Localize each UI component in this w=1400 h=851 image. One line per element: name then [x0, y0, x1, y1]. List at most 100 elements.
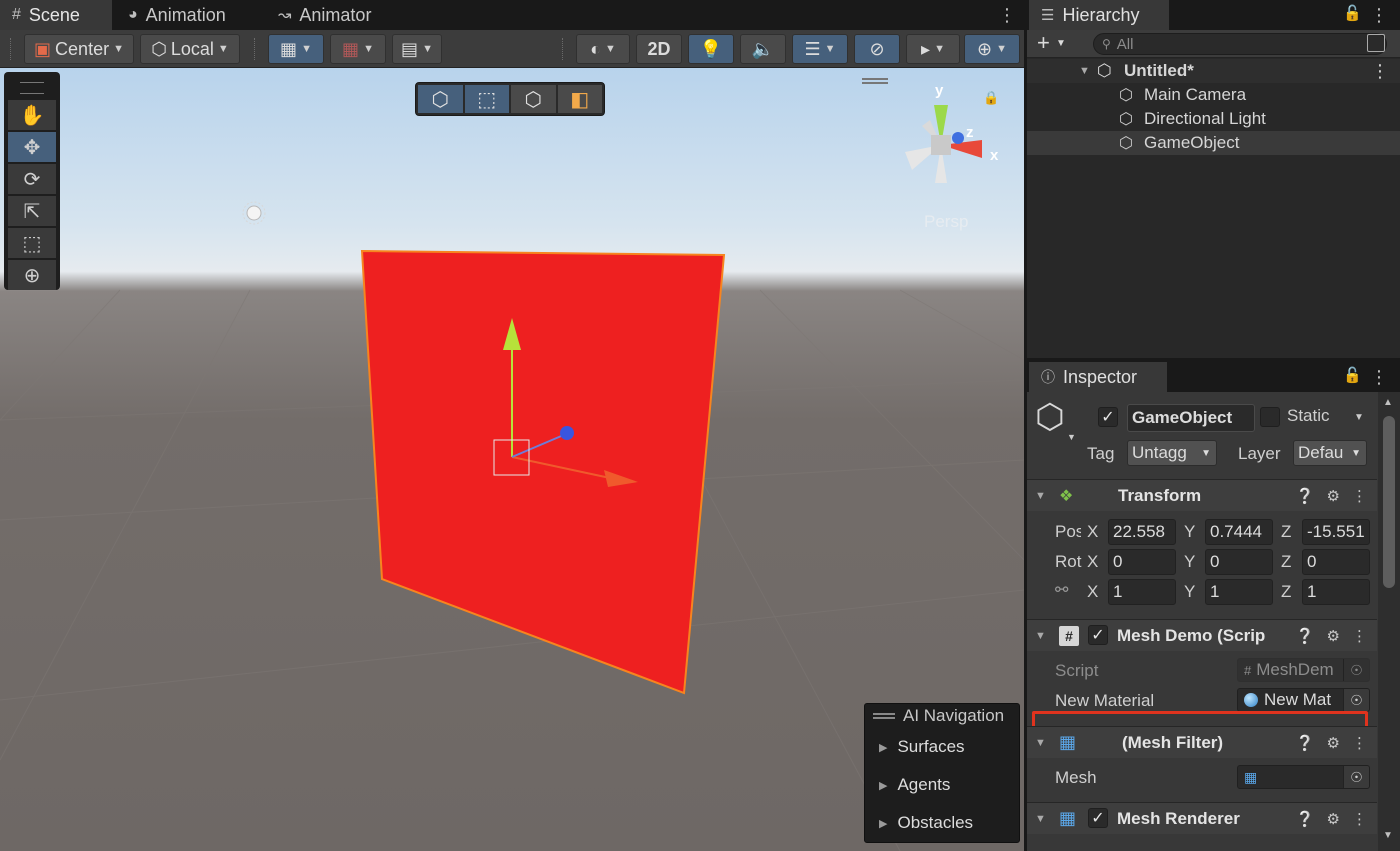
lock-icon[interactable]: 🔒: [983, 90, 999, 106]
ai-nav-item-obstacles[interactable]: ▶ Obstacles: [865, 804, 1019, 842]
pivot-rotation-dropdown[interactable]: ⬡ Local ▼: [140, 34, 240, 64]
tab-hierarchy[interactable]: ☰ Hierarchy: [1029, 0, 1169, 30]
hierarchy-item-directional-light[interactable]: ⬡ Directional Light: [1027, 107, 1400, 131]
gizmo-overlay-grip[interactable]: [862, 78, 888, 84]
view-wire-cube-button[interactable]: ⬡: [511, 85, 556, 113]
tag-dropdown[interactable]: Untagg ▼: [1127, 440, 1217, 466]
scale-z-field[interactable]: 1: [1302, 579, 1370, 605]
gizmos-dropdown[interactable]: ⊕ ▼: [964, 34, 1020, 64]
effects-dropdown[interactable]: ☰ ▼: [792, 34, 848, 64]
transform-tool-button[interactable]: ⊕: [8, 260, 56, 290]
hierarchy-item-main-camera[interactable]: ⬡ Main Camera: [1027, 83, 1400, 107]
tab-animation[interactable]: ◕ Animation: [116, 0, 266, 30]
scroll-down-arrow-icon[interactable]: ▼: [1383, 830, 1393, 841]
help-icon[interactable]: ❔: [1296, 487, 1315, 505]
inspector-more-menu-icon[interactable]: ⋮: [1370, 366, 1388, 388]
lighting-toggle[interactable]: 💡: [688, 34, 734, 64]
rotation-x-field[interactable]: 0: [1108, 549, 1176, 575]
hierarchy-more-menu-icon[interactable]: ⋮: [1370, 4, 1388, 26]
object-picker-icon[interactable]: ☉: [1343, 766, 1369, 788]
static-dropdown-chevron-icon[interactable]: ▼: [1354, 412, 1364, 423]
lock-icon[interactable]: 🔓: [1343, 366, 1362, 384]
component-more-icon[interactable]: ⋮: [1352, 487, 1367, 505]
rect-tool-button[interactable]: ⬚: [8, 228, 56, 258]
chevron-down-icon[interactable]: ▼: [1067, 432, 1076, 442]
lock-icon[interactable]: 🔓: [1343, 4, 1362, 22]
hierarchy-search-input[interactable]: ⚲ All: [1093, 33, 1387, 55]
hierarchy-item-gameobject[interactable]: ⬡ GameObject: [1027, 131, 1400, 155]
mesh-filter-header[interactable]: ▼ ▦ (Mesh Filter) ❔ ⚙ ⋮: [1027, 726, 1377, 758]
scene-visibility-toggle[interactable]: ⊘: [854, 34, 900, 64]
view-cube-button[interactable]: ⬡: [418, 85, 463, 113]
tab-animator[interactable]: ↝ Animator: [266, 0, 396, 30]
position-y-field[interactable]: 0.7444: [1205, 519, 1273, 545]
scrollbar-thumb[interactable]: [1383, 416, 1395, 588]
tab-scene[interactable]: # Scene: [0, 0, 112, 30]
scene-more-icon[interactable]: ⋮: [1371, 61, 1389, 82]
mode-2d-toggle[interactable]: 2D: [636, 34, 682, 64]
constrain-proportions-link-icon[interactable]: ⚯: [1055, 580, 1068, 600]
scale-tool-button[interactable]: ⇱: [8, 196, 56, 226]
help-icon[interactable]: ❔: [1296, 810, 1315, 828]
move-tool-button[interactable]: ✥: [8, 132, 56, 162]
presets-sliders-icon[interactable]: ⚙: [1327, 487, 1340, 505]
mesh-renderer-header[interactable]: ▼ ▦ ✓ Mesh Renderer ❔ ⚙ ⋮: [1027, 802, 1377, 834]
rotate-tool-button[interactable]: ⟳: [8, 164, 56, 194]
pivot-center-icon: ▣: [34, 38, 52, 59]
orientation-gizmo[interactable]: [905, 105, 982, 183]
directional-light-sun-icon[interactable]: [242, 201, 266, 225]
scene-root-row[interactable]: ▼ ⬡ Untitled* ⋮: [1027, 59, 1400, 83]
transform-header[interactable]: ▼ ❖ Transform ❔ ⚙ ⋮: [1027, 479, 1377, 511]
view-shaded-cube-button[interactable]: ◧: [557, 85, 602, 113]
mesh-demo-header[interactable]: ▼ # ✓ Mesh Demo (Scrip ❔ ⚙ ⋮: [1027, 619, 1377, 651]
component-more-icon[interactable]: ⋮: [1352, 627, 1367, 645]
scale-x-field[interactable]: 1: [1108, 579, 1176, 605]
audio-toggle[interactable]: 🔈: [740, 34, 786, 64]
add-object-button[interactable]: + ▼: [1037, 31, 1066, 55]
chevron-down-icon: ▼: [996, 43, 1007, 55]
mesh-demo-enabled-checkbox[interactable]: ✓: [1088, 625, 1108, 645]
overlay-grip[interactable]: [20, 82, 44, 94]
static-checkbox[interactable]: [1260, 407, 1280, 427]
component-more-icon[interactable]: ⋮: [1352, 810, 1367, 828]
hierarchy-tabbar: ☰ Hierarchy 🔓 ⋮: [1027, 0, 1400, 30]
mesh-renderer-enabled-checkbox[interactable]: ✓: [1088, 808, 1108, 828]
hierarchy-panel: ☰ Hierarchy 🔓 ⋮ + ▼ ⚲ All ▼ ⬡ Untitled* …: [1027, 0, 1400, 358]
ai-nav-item-surfaces[interactable]: ▶ Surfaces: [865, 728, 1019, 766]
view-rect-button[interactable]: ⬚: [464, 85, 509, 113]
pivot-mode-dropdown[interactable]: ▣ Center ▼: [24, 34, 134, 64]
shading-mode-dropdown[interactable]: ◐ ▼: [576, 34, 630, 64]
new-material-object-field[interactable]: New Mat ☉: [1237, 688, 1370, 712]
red-plane-mesh[interactable]: [360, 249, 726, 695]
increment-snap-button[interactable]: ▦ ▼: [330, 34, 386, 64]
transform-axes-icon: ❖: [1059, 487, 1074, 505]
ai-nav-item-agents[interactable]: ▶ Agents: [865, 766, 1019, 804]
presets-sliders-icon[interactable]: ⚙: [1327, 627, 1340, 645]
presets-sliders-icon[interactable]: ⚙: [1327, 734, 1340, 752]
presets-sliders-icon[interactable]: ⚙: [1327, 810, 1340, 828]
search-filter-icon[interactable]: [1367, 34, 1385, 52]
ai-navigation-header[interactable]: AI Navigation: [865, 704, 1019, 728]
active-checkbox[interactable]: ✓: [1098, 407, 1118, 427]
object-picker-icon[interactable]: ☉: [1343, 689, 1369, 711]
object-name-field[interactable]: GameObject: [1127, 404, 1255, 432]
camera-settings-dropdown[interactable]: ▸ ▼: [906, 34, 960, 64]
help-icon[interactable]: ❔: [1296, 734, 1315, 752]
increment-ruler-button[interactable]: ▤ ▼: [392, 34, 442, 64]
position-z-field[interactable]: -15.551: [1302, 519, 1370, 545]
tab-inspector[interactable]: ⓘ Inspector: [1029, 362, 1167, 392]
inspector-scrollbar[interactable]: ▲ ▼: [1378, 392, 1400, 851]
component-more-icon[interactable]: ⋮: [1352, 734, 1367, 752]
perspective-label[interactable]: Persp: [924, 212, 968, 232]
position-x-field[interactable]: 22.558: [1108, 519, 1176, 545]
help-icon[interactable]: ❔: [1296, 627, 1315, 645]
mesh-object-field[interactable]: ▦ ☉: [1237, 765, 1370, 789]
layer-dropdown[interactable]: Defau ▼: [1293, 440, 1367, 466]
scale-y-field[interactable]: 1: [1205, 579, 1273, 605]
scroll-up-arrow-icon[interactable]: ▲: [1383, 397, 1393, 408]
rotation-z-field[interactable]: 0: [1302, 549, 1370, 575]
rotation-y-field[interactable]: 0: [1205, 549, 1273, 575]
grid-snapping-button[interactable]: ▦ ▼: [268, 34, 324, 64]
hand-tool-button[interactable]: ✋: [8, 100, 56, 130]
scene-more-menu-icon[interactable]: ⋮: [998, 4, 1016, 26]
